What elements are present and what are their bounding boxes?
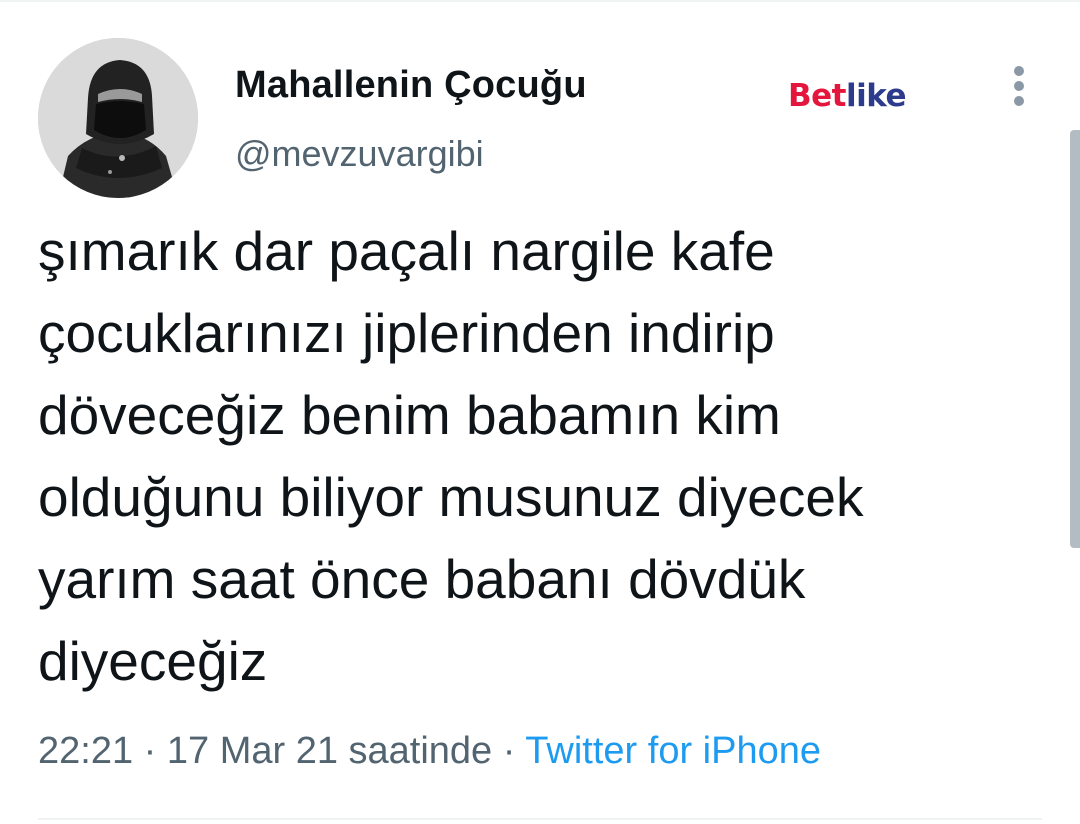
watermark-part-b: like bbox=[845, 78, 907, 114]
tweet-date[interactable]: 17 Mar 21 saatinde bbox=[167, 730, 492, 772]
dot bbox=[1014, 96, 1024, 106]
dot bbox=[1014, 66, 1024, 76]
author-avatar[interactable] bbox=[38, 38, 198, 198]
meta-separator: · bbox=[133, 730, 167, 772]
watermark-logo: Betlike bbox=[788, 78, 907, 114]
avatar-image bbox=[38, 38, 198, 198]
more-vertical-icon[interactable] bbox=[1004, 66, 1034, 106]
tweet-time[interactable]: 22:21 bbox=[38, 730, 133, 772]
tweet-detail: Mahallenin Çocuğu @mevzuvargibi Betlike … bbox=[0, 0, 1080, 824]
meta-separator: · bbox=[492, 730, 526, 772]
tweet-meta: 22:21 · 17 Mar 21 saatinde · Twitter for… bbox=[38, 730, 821, 773]
dot bbox=[1014, 81, 1024, 91]
author-name[interactable]: Mahallenin Çocuğu bbox=[235, 64, 587, 107]
tweet-source-link[interactable]: Twitter for iPhone bbox=[525, 730, 821, 772]
bottom-divider bbox=[38, 818, 1042, 820]
tweet-text: şımarık dar paçalı nargile kafe çocuklar… bbox=[38, 220, 864, 692]
scrollbar-thumb[interactable] bbox=[1070, 130, 1080, 548]
watermark-part-a: Bet bbox=[788, 78, 846, 114]
author-handle[interactable]: @mevzuvargibi bbox=[235, 133, 484, 175]
